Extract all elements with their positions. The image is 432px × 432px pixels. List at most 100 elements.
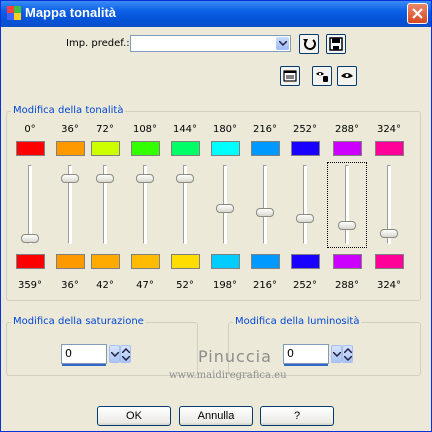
hue-slider-thumb[interactable]: [256, 208, 274, 217]
ok-button[interactable]: OK: [97, 406, 171, 426]
preset-dropdown[interactable]: [130, 35, 291, 52]
hue-bottom-swatch: [211, 254, 240, 269]
hue-top-label: 108°: [132, 124, 158, 135]
chevron-up-icon: [344, 348, 352, 353]
hue-slider-thumb[interactable]: [61, 174, 79, 183]
close-button[interactable]: [407, 3, 428, 24]
hue-slider-thumb[interactable]: [96, 174, 114, 183]
hand-eye-icon: [316, 72, 328, 82]
hue-bottom-swatch: [171, 254, 200, 269]
hue-bottom-label: 52°: [176, 280, 194, 291]
hue-top-swatch: [211, 141, 240, 156]
hue-slider-thumb[interactable]: [136, 174, 154, 183]
reset-arrow-icon: [303, 39, 316, 50]
hue-top-swatch: [16, 141, 45, 156]
hue-group-title: Modifica della tonalità: [11, 105, 126, 116]
hue-slider-thumb[interactable]: [338, 221, 356, 230]
hue-slider-thumb[interactable]: [380, 229, 398, 238]
hue-top-label: 72°: [96, 124, 114, 135]
chevron-down-icon: [344, 356, 352, 361]
hue-top-swatch: [56, 141, 85, 156]
close-icon: [412, 8, 423, 19]
hue-top-label: 144°: [172, 124, 198, 135]
chevron-down-icon: [279, 41, 287, 46]
hue-slider-track[interactable]: [345, 165, 349, 244]
floppy-disk-icon: [329, 37, 343, 51]
saturation-step-buttons[interactable]: [120, 345, 131, 363]
luminosity-input[interactable]: 0: [283, 344, 329, 364]
luminosity-step-buttons[interactable]: [342, 345, 353, 363]
hue-bottom-swatch: [375, 254, 404, 269]
hue-slider-thumb[interactable]: [296, 214, 314, 223]
hue-top-swatch: [171, 141, 200, 156]
luminosity-stepper[interactable]: [329, 344, 354, 364]
hue-bottom-label: 36°: [61, 280, 79, 291]
chevron-down-icon: [333, 352, 341, 357]
hue-bottom-label: 216°: [252, 280, 278, 291]
hue-bottom-swatch: [16, 254, 45, 269]
watermark-url: www.maidiregrafica.eu: [169, 370, 287, 381]
title-bar[interactable]: Mappa tonalità: [1, 1, 431, 27]
help-button[interactable]: ?: [260, 406, 334, 426]
saturation-group-title: Modifica della saturazione: [11, 316, 146, 327]
hue-top-label: 216°: [252, 124, 278, 135]
hue-slider-track[interactable]: [263, 165, 267, 244]
hue-bottom-swatch: [251, 254, 280, 269]
save-preset-button[interactable]: [326, 34, 346, 54]
window-title: Mappa tonalità: [25, 5, 117, 20]
hue-slider-thumb[interactable]: [216, 204, 234, 213]
luminosity-spinner[interactable]: 0: [283, 344, 354, 366]
hue-map-dialog: Mappa tonalità Imp. predef.: Modifica de…: [0, 0, 432, 432]
hue-bottom-swatch: [291, 254, 320, 269]
hue-slider-thumb[interactable]: [21, 234, 39, 243]
hue-top-label: 252°: [292, 124, 318, 135]
chevron-down-icon: [122, 356, 130, 361]
hue-bottom-label: 42°: [96, 280, 114, 291]
hue-top-swatch: [131, 141, 160, 156]
saturation-input[interactable]: 0: [61, 344, 107, 364]
hue-top-swatch: [251, 141, 280, 156]
reset-button[interactable]: [299, 34, 319, 54]
hue-slider-thumb[interactable]: [176, 174, 194, 183]
hue-top-label: 36°: [61, 124, 79, 135]
hue-bottom-swatch: [131, 254, 160, 269]
saturation-spinner[interactable]: 0: [61, 344, 132, 366]
hue-top-label: 288°: [334, 124, 360, 135]
preset-dropdown-arrow[interactable]: [276, 37, 289, 50]
luminosity-dropdown-button[interactable]: [331, 345, 342, 363]
hue-slider-track[interactable]: [303, 165, 307, 244]
hue-bottom-label: 288°: [334, 280, 360, 291]
hue-bottom-label: 252°: [292, 280, 318, 291]
hue-map-icon: [7, 6, 21, 20]
hue-bottom-label: 359°: [17, 280, 43, 291]
preset-label: Imp. predef.:: [66, 38, 130, 49]
hue-top-swatch: [375, 141, 404, 156]
saturation-stepper[interactable]: [107, 344, 132, 364]
watermark-name: Pinuccia: [198, 347, 272, 366]
eye-icon: [341, 73, 353, 78]
hue-top-swatch: [91, 141, 120, 156]
hue-bottom-label: 47°: [136, 280, 154, 291]
preview-window-icon: [283, 70, 297, 82]
luminosity-bar: [284, 364, 328, 366]
hue-top-label: 324°: [376, 124, 402, 135]
hue-bottom-label: 198°: [212, 280, 238, 291]
chevron-down-icon: [111, 352, 119, 357]
hue-top-swatch: [333, 141, 362, 156]
hue-bottom-label: 324°: [376, 280, 402, 291]
saturation-dropdown-button[interactable]: [109, 345, 120, 363]
hue-bottom-swatch: [91, 254, 120, 269]
auto-proof-button[interactable]: [337, 66, 357, 86]
proof-button[interactable]: [312, 66, 332, 86]
hue-slider-track[interactable]: [28, 165, 32, 244]
hue-bottom-swatch: [56, 254, 85, 269]
hue-top-label: 180°: [212, 124, 238, 135]
hue-bottom-swatch: [333, 254, 362, 269]
saturation-bar: [62, 364, 106, 366]
hue-top-swatch: [291, 141, 320, 156]
luminosity-group-title: Modifica della luminosità: [233, 316, 362, 327]
hue-top-label: 0°: [24, 124, 36, 135]
cancel-button[interactable]: Annulla: [179, 406, 253, 426]
chevron-up-icon: [122, 348, 130, 353]
preview-window-button[interactable]: [280, 66, 300, 86]
